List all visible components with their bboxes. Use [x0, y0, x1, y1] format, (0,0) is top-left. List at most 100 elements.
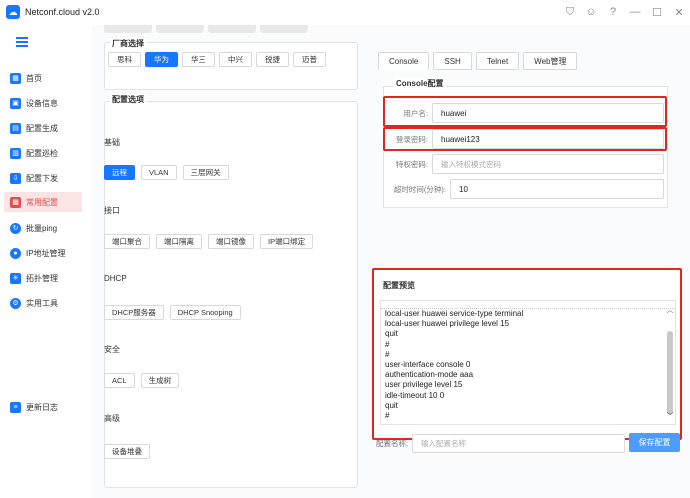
timeout-row: 超时时间(分钟): 10: [388, 178, 664, 200]
priv-password-field[interactable]: 输入特权模式密码: [432, 154, 664, 174]
code-line: #: [385, 410, 390, 420]
sidebar-item-label: 设备信息: [26, 98, 58, 108]
scroll-down-icon[interactable]: ﹀: [666, 413, 674, 421]
device-info-icon: ▣: [10, 97, 21, 109]
sidebar-item-ip-manage[interactable]: ● IP地址管理: [4, 243, 82, 263]
scroll-up-icon[interactable]: ︿: [666, 307, 674, 315]
protocol-tabs: Console SSH Telnet Web管理: [378, 52, 578, 70]
code-line: local-user huawei service-type terminal: [385, 309, 524, 318]
priv-row: 特权密码: 输入特权模式密码: [388, 153, 664, 175]
sidebar-item-common-config[interactable]: ▩ 常用配置: [4, 192, 82, 212]
vendor-h3c-button[interactable]: 华三: [182, 52, 215, 67]
sidebar-item-config-generate[interactable]: ▤ 配置生成: [4, 118, 82, 138]
sidebar-item-tools[interactable]: ⚙ 实用工具: [4, 293, 82, 313]
sidebar-item-label: IP地址管理: [26, 248, 66, 258]
group-label-dhcp: DHCP: [104, 274, 127, 283]
menu-toggle-icon[interactable]: [16, 37, 28, 47]
tab-web[interactable]: Web管理: [523, 52, 578, 70]
vendor-title: 厂商选择: [110, 38, 146, 49]
ping-icon: ↻: [10, 222, 21, 234]
user-icon[interactable]: ☺: [583, 4, 599, 20]
sidebar-item-batch-ping[interactable]: ↻ 批量ping: [4, 218, 82, 238]
sidebar-item-home[interactable]: ▦ 首页: [4, 68, 82, 88]
console-title: Console配置: [394, 78, 446, 89]
code-line: quit: [385, 400, 398, 410]
ip-port-bind-button[interactable]: IP端口绑定: [260, 234, 314, 249]
options-title: 配置选项: [110, 94, 146, 105]
preview-scrollbar[interactable]: ︿ ﹀: [666, 305, 674, 421]
config-preview-textarea[interactable]: local-user huawei service-type terminal …: [380, 300, 676, 425]
group-label-interface: 接口: [104, 206, 120, 215]
port-mirror-button[interactable]: 端口镜像: [208, 234, 254, 249]
vlan-button[interactable]: VLAN: [141, 165, 177, 180]
config-name-label: 配置名称:: [376, 438, 409, 448]
vendor-buttons: 思科 华为 华三 中兴 锐捷 迈普: [108, 52, 326, 67]
help-icon[interactable]: ?: [605, 4, 621, 20]
code-line: local-user huawei privilege level 15: [385, 319, 510, 329]
sidebar-item-label: 配置巡检: [26, 148, 58, 158]
code-line: authentication-mode aaa: [385, 370, 474, 380]
timeout-field[interactable]: 10: [450, 179, 664, 199]
app-title: Netconf.cloud v2.0: [25, 7, 100, 17]
timeout-label: 超时时间(分钟):: [393, 184, 446, 194]
l3-gateway-button[interactable]: 三层网关: [182, 165, 229, 180]
priv-password-label: 特权密码:: [395, 159, 428, 169]
group-label-basic: 基础: [104, 138, 120, 147]
topology-icon: ✳: [10, 272, 21, 284]
common-config-icon: ▩: [10, 196, 21, 208]
device-stacking-button[interactable]: 设备堆叠: [104, 444, 150, 459]
vendor-maipu-button[interactable]: 迈普: [293, 52, 326, 67]
spanning-tree-button[interactable]: 生成树: [140, 373, 180, 388]
sidebar-item-label: 配置生成: [26, 123, 58, 133]
vendor-ruijie-button[interactable]: 锐捷: [256, 52, 289, 67]
sidebar-item-label: 常用配置: [26, 197, 58, 207]
close-icon[interactable]: ✕: [671, 4, 687, 20]
password-highlight: [383, 127, 667, 151]
vendor-zte-button[interactable]: 中兴: [219, 52, 252, 67]
grid-icon: ▦: [10, 72, 21, 84]
sidebar-item-device-info[interactable]: ▣ 设备信息: [4, 93, 82, 113]
port-aggregation-button[interactable]: 端口聚合: [104, 234, 150, 249]
save-config-button[interactable]: 保存配置: [629, 433, 680, 452]
config-generate-icon: ▤: [10, 122, 21, 134]
maximize-icon[interactable]: ☐: [649, 4, 665, 20]
sidebar-item-config-deploy[interactable]: ⇩ 配置下发: [4, 168, 82, 188]
faded-top-tabs: [104, 25, 308, 33]
title-bar: ☁ Netconf.cloud v2.0 ⛉ ☺ ? — ☐ ✕: [0, 0, 690, 25]
remote-button[interactable]: 远程: [104, 165, 135, 180]
vendor-cisco-button[interactable]: 思科: [108, 52, 141, 67]
port-isolation-button[interactable]: 端口隔离: [156, 234, 202, 249]
sidebar-item-label: 首页: [26, 73, 42, 83]
scroll-thumb[interactable]: [667, 331, 673, 415]
code-line: user-interface console 0: [385, 359, 471, 369]
config-deploy-icon: ⇩: [10, 172, 21, 184]
acl-button[interactable]: ACL: [104, 373, 135, 388]
preview-title: 配置预览: [383, 281, 415, 290]
code-line: idle-timeout 10 0: [385, 390, 445, 400]
shirt-icon[interactable]: ⛉: [562, 4, 578, 20]
vendor-huawei-button[interactable]: 华为: [145, 52, 178, 67]
cloud-logo-icon: ☁: [6, 5, 20, 19]
sidebar-item-label: 批量ping: [26, 223, 58, 233]
group-label-security: 安全: [104, 345, 120, 354]
code-line: user privilege level 15: [385, 380, 463, 390]
sidebar: ▦ 首页 ▣ 设备信息 ▤ 配置生成 ▥ 配置巡检 ⇩ 配置下发 ▩ 常用配置 ↻ 批量pin…: [0, 25, 92, 498]
sidebar-item-config-inspect[interactable]: ▥ 配置巡检: [4, 143, 82, 163]
config-name-field[interactable]: 输入配置名称: [412, 433, 625, 453]
options-panel: [104, 101, 358, 488]
sidebar-item-label: 更新日志: [26, 402, 58, 412]
tab-console[interactable]: Console: [378, 52, 430, 70]
code-line: #: [385, 339, 390, 349]
sidebar-item-topology[interactable]: ✳ 拓扑管理: [4, 268, 82, 288]
sidebar-item-label: 配置下发: [26, 173, 58, 183]
sidebar-item-changelog[interactable]: ≡ 更新日志: [4, 397, 82, 417]
group-label-advanced: 高级: [104, 414, 120, 423]
sidebar-item-label: 拓扑管理: [26, 273, 58, 283]
tab-telnet[interactable]: Telnet: [475, 52, 520, 70]
dhcp-server-button[interactable]: DHCP服务器: [104, 305, 164, 320]
sidebar-item-label: 实用工具: [26, 298, 58, 308]
dhcp-snooping-button[interactable]: DHCP Snooping: [169, 305, 241, 320]
minimize-icon[interactable]: —: [627, 4, 643, 20]
tab-ssh[interactable]: SSH: [433, 52, 472, 70]
ip-manage-icon: ●: [10, 247, 21, 259]
